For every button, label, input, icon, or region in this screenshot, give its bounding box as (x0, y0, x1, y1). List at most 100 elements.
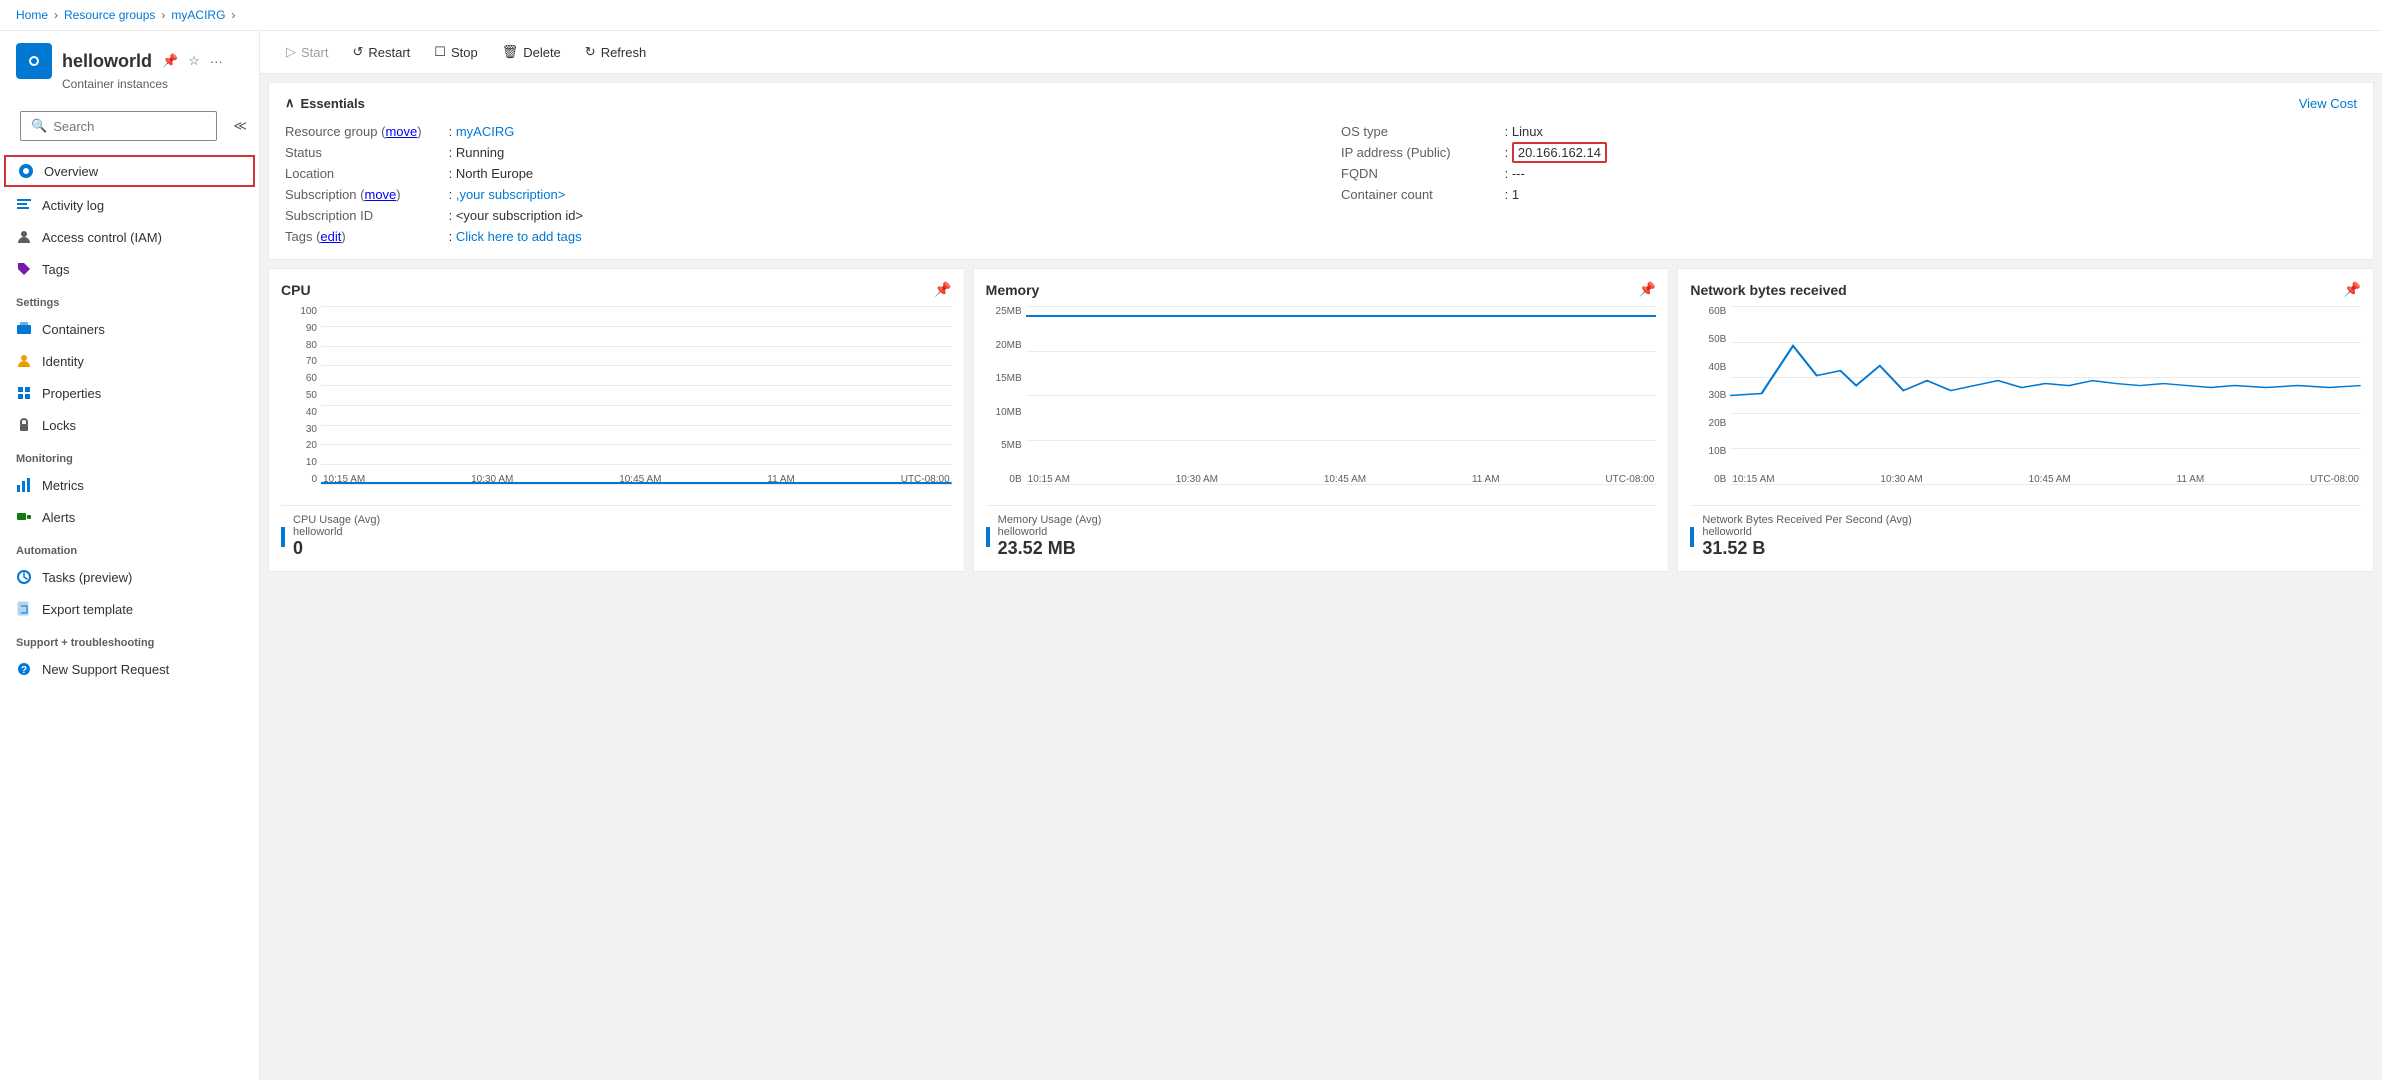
search-box[interactable]: 🔍 (20, 111, 217, 141)
cpu-chart-area: 100 90 80 70 60 50 40 30 20 10 0 (281, 306, 952, 506)
cpu-legend-sub: helloworld (293, 526, 380, 538)
automation-section-label: Automation (0, 533, 259, 561)
rg-value-link[interactable]: myACIRG (456, 124, 515, 139)
sidebar-item-export-template[interactable]: Export template (0, 593, 259, 625)
sidebar-item-identity[interactable]: Identity (0, 345, 259, 377)
sidebar-item-alerts-label: Alerts (42, 510, 75, 525)
essentials-row-rg: Resource group (move) : myACIRG (285, 121, 1301, 142)
memory-legend-color (986, 527, 990, 547)
network-pin-icon[interactable]: 📌 (2344, 281, 2361, 298)
sidebar-item-tasks-label: Tasks (preview) (42, 570, 132, 585)
delete-button[interactable]: 🗑 Delete (492, 39, 571, 65)
sidebar-item-overview[interactable]: Overview (4, 155, 255, 187)
network-chart: Network bytes received 📌 60B 50B 40B 30B… (1677, 268, 2374, 572)
network-x-labels: 10:15 AM 10:30 AM 10:45 AM 11 AM UTC-08:… (1730, 474, 2361, 485)
breadcrumb-home[interactable]: Home (16, 8, 48, 22)
memory-x-labels: 10:15 AM 10:30 AM 10:45 AM 11 AM UTC-08:… (1026, 474, 1657, 485)
sidebar-item-access-control[interactable]: Access control (IAM) (0, 221, 259, 253)
sidebar-item-new-support-request[interactable]: ? New Support Request (0, 653, 259, 685)
cpu-value: 0 (293, 538, 380, 559)
sidebar-item-tasks[interactable]: Tasks (preview) (0, 561, 259, 593)
sidebar-item-locks[interactable]: Locks (0, 409, 259, 441)
cpu-legend-color (281, 527, 285, 547)
sidebar-item-properties[interactable]: Properties (0, 377, 259, 409)
restart-button[interactable]: ↺ Restart (342, 39, 420, 65)
sidebar-item-properties-label: Properties (42, 386, 101, 401)
tags-edit-link[interactable]: edit (320, 229, 341, 244)
memory-chart-title: Memory (986, 282, 1040, 298)
sidebar-item-metrics-label: Metrics (42, 478, 84, 493)
sidebar-item-tags-label: Tags (42, 262, 69, 277)
alerts-icon (16, 509, 32, 525)
sidebar-item-activity-log[interactable]: Activity log (0, 189, 259, 221)
stop-button[interactable]: ☐ Stop (424, 39, 487, 65)
sidebar-item-containers[interactable]: Containers (0, 313, 259, 345)
resource-subtitle: Container instances (62, 77, 243, 91)
refresh-button[interactable]: ↻ Refresh (575, 39, 656, 65)
network-chart-title: Network bytes received (1690, 282, 1846, 298)
memory-legend-sub: helloworld (998, 526, 1102, 538)
cpu-chart-title: CPU (281, 282, 311, 298)
network-value: 31.52 B (1702, 538, 1912, 559)
essentials-row-tags: Tags (edit) : Click here to add tags (285, 226, 1301, 247)
memory-y-labels: 25MB 20MB 15MB 10MB 5MB 0B (986, 306, 1022, 485)
sidebar: helloworld 📌 ☆ ··· Container instances 🔍… (0, 31, 260, 1080)
sidebar-item-identity-label: Identity (42, 354, 84, 369)
sidebar-item-metrics[interactable]: Metrics (0, 469, 259, 501)
memory-line-svg (1026, 306, 1657, 485)
essentials-row-os: OS type : Linux (1341, 121, 2357, 142)
essentials-row-location: Location : North Europe (285, 163, 1301, 184)
network-legend-color (1690, 527, 1694, 547)
memory-chart-header: Memory 📌 (986, 281, 1657, 298)
tags-value-link[interactable]: Click here to add tags (456, 229, 582, 244)
refresh-icon: ↻ (585, 44, 596, 60)
tasks-icon (16, 569, 32, 585)
memory-pin-icon[interactable]: 📌 (1639, 281, 1656, 298)
sidebar-item-alerts[interactable]: Alerts (0, 501, 259, 533)
star-icon[interactable]: ☆ (188, 53, 200, 69)
network-chart-area: 60B 50B 40B 30B 20B 10B 0B (1690, 306, 2361, 506)
more-icon[interactable]: ··· (210, 54, 223, 69)
network-line-svg (1730, 306, 2361, 485)
essentials-row-sub-id: Subscription ID : <your subscription id> (285, 205, 1301, 226)
essentials-row-subscription: Subscription (move) : ,your subscription… (285, 184, 1301, 205)
search-input[interactable] (53, 119, 206, 134)
essentials-row-ip: IP address (Public) : 20.166.162.14 (1341, 142, 2357, 163)
access-control-icon (16, 229, 32, 245)
essentials-grid: Resource group (move) : myACIRG Status :… (285, 121, 2357, 247)
breadcrumb-resource-groups[interactable]: Resource groups (64, 8, 155, 22)
collapse-sidebar-button[interactable]: ≪ (229, 114, 251, 138)
view-cost-link[interactable]: View Cost (2299, 96, 2357, 111)
sub-value-link[interactable]: ,your subscription> (456, 187, 565, 202)
network-chart-footer: Network Bytes Received Per Second (Avg) … (1690, 514, 2361, 559)
rg-move-link[interactable]: move (385, 124, 417, 139)
sidebar-item-tags[interactable]: Tags (0, 253, 259, 285)
network-y-labels: 60B 50B 40B 30B 20B 10B 0B (1690, 306, 1726, 485)
sidebar-item-locks-label: Locks (42, 418, 76, 433)
stop-icon: ☐ (434, 44, 446, 60)
cpu-y-labels: 100 90 80 70 60 50 40 30 20 10 0 (281, 306, 317, 485)
sub-move-link[interactable]: move (364, 187, 396, 202)
cpu-pin-icon[interactable]: 📌 (934, 281, 951, 298)
new-support-request-icon: ? (16, 661, 32, 677)
breadcrumb-myacirg[interactable]: myACIRG (171, 8, 225, 22)
sidebar-item-access-control-label: Access control (IAM) (42, 230, 162, 245)
restart-icon: ↺ (352, 44, 363, 60)
memory-chart-area: 25MB 20MB 15MB 10MB 5MB 0B (986, 306, 1657, 506)
memory-chart: Memory 📌 25MB 20MB 15MB 10MB 5MB 0B (973, 268, 1670, 572)
export-template-icon (16, 601, 32, 617)
sidebar-item-export-template-label: Export template (42, 602, 133, 617)
essentials-row-status: Status : Running (285, 142, 1301, 163)
cpu-legend-label: CPU Usage (Avg) (293, 514, 380, 526)
start-button[interactable]: ▷ Start (276, 39, 338, 65)
memory-chart-footer: Memory Usage (Avg) helloworld 23.52 MB (986, 514, 1657, 559)
sidebar-item-containers-label: Containers (42, 322, 105, 337)
search-icon: 🔍 (31, 118, 47, 134)
memory-value: 23.52 MB (998, 538, 1102, 559)
breadcrumb: Home › Resource groups › myACIRG › (0, 0, 2382, 31)
essentials-title: ∧ Essentials (285, 95, 365, 111)
delete-icon: 🗑 (502, 44, 519, 60)
pin-icon[interactable]: 📌 (162, 53, 178, 69)
essentials-header: ∧ Essentials View Cost (285, 95, 2357, 111)
sidebar-nav: Overview Activity log Access control (IA… (0, 153, 259, 1080)
